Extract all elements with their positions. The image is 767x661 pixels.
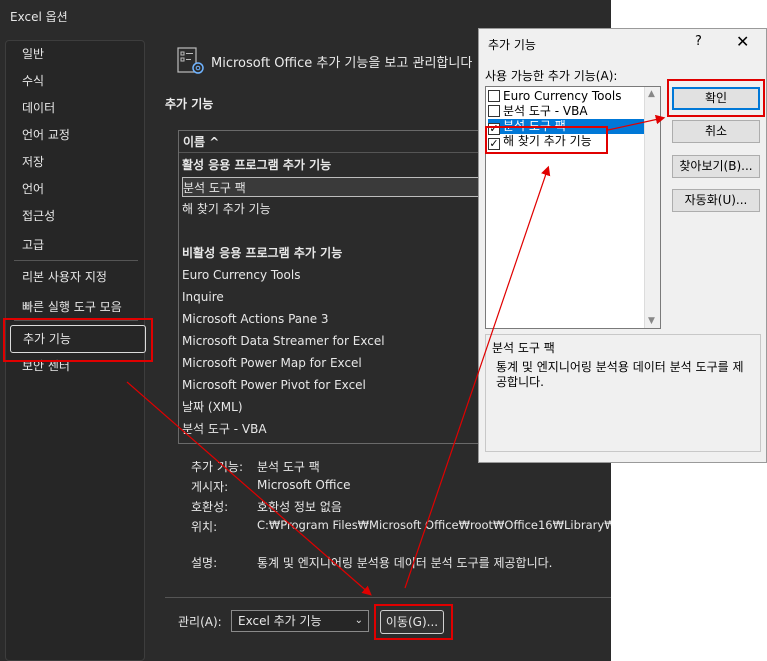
- list-group-active: 활성 응용 프로그램 추가 기능: [182, 158, 332, 172]
- detail-publisher-label: 게시자:: [191, 480, 229, 494]
- sidebar-item-trust-center[interactable]: 보안 센터: [14, 354, 138, 378]
- sidebar: 일반 수식 데이터 언어 교정 저장 언어 접근성 고급 리본 사용자 지정 빠…: [5, 40, 146, 661]
- scroll-down-icon[interactable]: ▼: [648, 316, 655, 326]
- checkbox-solver[interactable]: ✓: [488, 138, 500, 150]
- page-heading: Microsoft Office 추가 기능을 보고 관리합니다: [211, 56, 473, 71]
- list-scrollbar[interactable]: ▲ ▼: [644, 87, 660, 328]
- sidebar-item-general[interactable]: 일반: [14, 42, 138, 66]
- detail-location-label: 위치:: [191, 520, 218, 534]
- dialog-item-solver[interactable]: ✓ 해 찾기 추가 기능: [488, 134, 644, 150]
- list-item-actions-pane[interactable]: Microsoft Actions Pane 3: [182, 309, 482, 329]
- description-text: 통계 및 엔지니어링 분석용 데이터 분석 도구를 제공합니다.: [496, 360, 744, 389]
- browse-button[interactable]: 찾아보기(B)...: [672, 155, 760, 178]
- list-item-power-pivot[interactable]: Microsoft Power Pivot for Excel: [182, 375, 482, 395]
- detail-desc-value: 통계 및 엔지니어링 분석용 데이터 분석 도구를 제공합니다.: [257, 556, 553, 570]
- addins-dialog: 추가 기능 ? ✕ 사용 가능한 추가 기능(A): Euro Currency…: [478, 28, 767, 463]
- list-column-header-name[interactable]: 이름 ^: [179, 131, 487, 153]
- dialog-title: 추가 기능: [488, 38, 536, 52]
- sidebar-item-save[interactable]: 저장: [14, 150, 138, 174]
- detail-location-value: C:₩Program Files₩Microsoft Office₩root₩O…: [257, 518, 611, 532]
- sidebar-item-addins[interactable]: 추가 기능: [10, 325, 146, 353]
- detail-desc-label: 설명:: [191, 556, 218, 570]
- list-item-date-xml[interactable]: 날짜 (XML): [182, 397, 482, 417]
- available-addins-list: Euro Currency Tools 분석 도구 - VBA ✓ 분석 도구 팩…: [485, 86, 661, 329]
- close-icon[interactable]: ✕: [736, 32, 749, 51]
- list-item-inquire[interactable]: Inquire: [182, 287, 482, 307]
- addins-list: 이름 ^ 활성 응용 프로그램 추가 기능 분석 도구 팩 해 찾기 추가 기능…: [178, 130, 488, 444]
- dialog-item-label: 분석 도구 팩: [503, 119, 566, 133]
- ok-button[interactable]: 확인: [672, 87, 760, 110]
- sidebar-item-language[interactable]: 언어: [14, 177, 138, 201]
- description-title: 분석 도구 팩: [492, 341, 555, 355]
- list-item-solver[interactable]: 해 찾기 추가 기능: [182, 199, 482, 219]
- sidebar-item-proofing[interactable]: 언어 교정: [14, 123, 138, 147]
- divider: [165, 597, 611, 598]
- detail-publisher-value: Microsoft Office: [257, 478, 351, 492]
- sidebar-item-data[interactable]: 데이터: [14, 96, 138, 120]
- dialog-item-label: Euro Currency Tools: [503, 89, 622, 103]
- dialog-item-euro-currency[interactable]: Euro Currency Tools: [488, 89, 644, 104]
- manage-select[interactable]: Excel 추가 기능 ⌄: [231, 610, 369, 632]
- go-button[interactable]: 이동(G)...: [380, 610, 444, 634]
- checkbox-euro-currency[interactable]: [488, 90, 500, 102]
- dialog-item-label: 해 찾기 추가 기능: [503, 134, 592, 148]
- sidebar-item-quick-access-toolbar[interactable]: 빠른 실행 도구 모음: [14, 295, 138, 319]
- dialog-item-label: 분석 도구 - VBA: [503, 104, 588, 118]
- checkbox-analysis-vba[interactable]: [488, 105, 500, 117]
- available-addins-label: 사용 가능한 추가 기능(A):: [485, 69, 618, 83]
- section-title: 추가 기능: [165, 97, 214, 111]
- sidebar-item-formulas[interactable]: 수식: [14, 69, 138, 93]
- detail-addin-label: 추가 기능:: [191, 460, 244, 474]
- sidebar-item-accessibility[interactable]: 접근성: [14, 204, 138, 228]
- sidebar-item-advanced[interactable]: 고급: [14, 233, 138, 257]
- detail-compat-label: 호환성:: [191, 500, 229, 514]
- detail-addin-value: 분석 도구 팩: [257, 460, 320, 474]
- list-item-data-streamer[interactable]: Microsoft Data Streamer for Excel: [182, 331, 482, 351]
- list-item-analysis-toolpak[interactable]: 분석 도구 팩: [182, 177, 482, 197]
- scroll-up-icon[interactable]: ▲: [648, 89, 655, 99]
- list-item-power-map[interactable]: Microsoft Power Map for Excel: [182, 353, 482, 373]
- sidebar-divider: [14, 320, 138, 321]
- addins-gear-icon: [177, 47, 204, 74]
- list-group-inactive: 비활성 응용 프로그램 추가 기능: [182, 246, 343, 260]
- cancel-button[interactable]: 취소: [672, 120, 760, 143]
- list-item-analysis-vba[interactable]: 분석 도구 - VBA: [182, 419, 482, 439]
- sidebar-item-customize-ribbon[interactable]: 리본 사용자 지정: [14, 265, 138, 289]
- description-group: 분석 도구 팩 통계 및 엔지니어링 분석용 데이터 분석 도구를 제공합니다.: [485, 334, 761, 452]
- dialog-item-analysis-toolpak[interactable]: ✓ 분석 도구 팩: [488, 119, 644, 135]
- manage-select-value: Excel 추가 기능: [238, 614, 322, 628]
- chevron-down-icon: ⌄: [354, 615, 363, 626]
- window-title: Excel 옵션: [10, 10, 68, 24]
- sidebar-divider: [14, 260, 138, 261]
- list-item-euro-currency[interactable]: Euro Currency Tools: [182, 265, 482, 285]
- automation-button[interactable]: 자동화(U)...: [672, 189, 760, 212]
- manage-label: 관리(A):: [178, 615, 222, 629]
- dialog-item-analysis-vba[interactable]: 분석 도구 - VBA: [488, 104, 644, 119]
- help-icon[interactable]: ?: [695, 34, 702, 49]
- detail-compat-value: 호환성 정보 없음: [257, 500, 342, 514]
